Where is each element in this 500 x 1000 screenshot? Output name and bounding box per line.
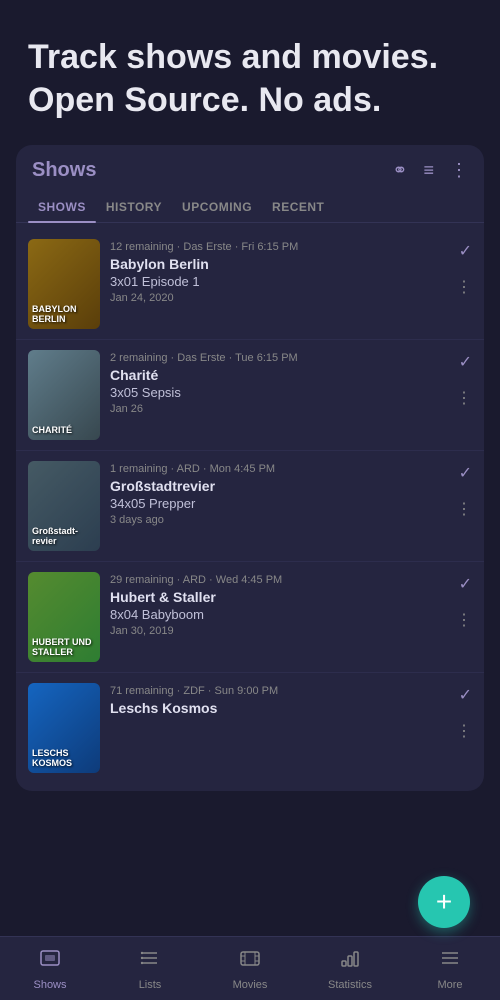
- show-poster: Großstadt-revier: [28, 461, 100, 551]
- check-icon[interactable]: ✓: [459, 463, 472, 483]
- show-meta: 29 remaining · ARD · Wed 4:45 PM: [110, 574, 448, 586]
- tab-recent[interactable]: RECENT: [262, 190, 334, 222]
- show-actions: ✓ ⋮: [456, 683, 472, 741]
- item-more-icon[interactable]: ⋮: [456, 721, 472, 741]
- overflow-menu-icon[interactable]: ⋮: [450, 160, 468, 181]
- show-actions: ✓ ⋮: [456, 572, 472, 630]
- tab-upcoming[interactable]: UPCOMING: [172, 190, 262, 222]
- show-episode: 8x04 Babyboom: [110, 607, 448, 622]
- hero-section: Track shows and movies. Open Source. No …: [0, 0, 500, 145]
- nav-item-shows[interactable]: Shows: [0, 947, 100, 991]
- check-icon[interactable]: ✓: [459, 574, 472, 594]
- nav-label-shows: Shows: [33, 979, 66, 991]
- show-meta: 71 remaining · ZDF · Sun 9:00 PM: [110, 685, 448, 697]
- show-item: CHARITÉ 2 remaining · Das Erste · Tue 6:…: [16, 339, 484, 450]
- show-info: 29 remaining · ARD · Wed 4:45 PM Hubert …: [100, 572, 456, 637]
- show-item: HUBERT UND STALLER 29 remaining · ARD · …: [16, 561, 484, 672]
- fab-button[interactable]: +: [418, 876, 470, 928]
- show-episode: 34x05 Prepper: [110, 496, 448, 511]
- show-poster: CHARITÉ: [28, 350, 100, 440]
- show-actions: ✓ ⋮: [456, 461, 472, 519]
- show-meta: 12 remaining · Das Erste · Fri 6:15 PM: [110, 241, 448, 253]
- show-poster: BABYLON BERLIN: [28, 239, 100, 329]
- nav-label-movies: Movies: [233, 979, 268, 991]
- poster-text: HUBERT UND STALLER: [32, 638, 96, 658]
- search-icon[interactable]: ⚭: [392, 160, 407, 181]
- show-item: LESCHS KOSMOS 71 remaining · ZDF · Sun 9…: [16, 672, 484, 783]
- bottom-nav: Shows Lists M: [0, 936, 500, 1000]
- poster-text: Großstadt-revier: [32, 527, 96, 547]
- check-icon[interactable]: ✓: [459, 241, 472, 261]
- show-name: Charité: [110, 367, 448, 383]
- nav-label-more: More: [437, 979, 462, 991]
- shows-nav-icon: [39, 947, 61, 975]
- show-name: Hubert & Staller: [110, 589, 448, 605]
- show-poster: HUBERT UND STALLER: [28, 572, 100, 662]
- show-info: 71 remaining · ZDF · Sun 9:00 PM Leschs …: [100, 683, 456, 718]
- show-name: Großstadtrevier: [110, 478, 448, 494]
- lists-nav-icon: [139, 947, 161, 975]
- show-episode: 3x01 Episode 1: [110, 274, 448, 289]
- nav-item-more[interactable]: More: [400, 947, 500, 991]
- nav-item-statistics[interactable]: Statistics: [300, 947, 400, 991]
- nav-item-movies[interactable]: Movies: [200, 947, 300, 991]
- item-more-icon[interactable]: ⋮: [456, 277, 472, 297]
- nav-item-lists[interactable]: Lists: [100, 947, 200, 991]
- header-icons: ⚭ ≡ ⋮: [392, 160, 468, 181]
- show-actions: ✓ ⋮: [456, 239, 472, 297]
- show-poster: LESCHS KOSMOS: [28, 683, 100, 773]
- card-title: Shows: [32, 159, 96, 182]
- show-actions: ✓ ⋮: [456, 350, 472, 408]
- show-name: Babylon Berlin: [110, 256, 448, 272]
- show-date: Jan 24, 2020: [110, 292, 448, 304]
- item-more-icon[interactable]: ⋮: [456, 610, 472, 630]
- nav-label-lists: Lists: [139, 979, 162, 991]
- tab-shows[interactable]: SHOWS: [28, 190, 96, 222]
- show-meta: 2 remaining · Das Erste · Tue 6:15 PM: [110, 352, 448, 364]
- show-item: Großstadt-revier 1 remaining · ARD · Mon…: [16, 450, 484, 561]
- poster-text: CHARITÉ: [32, 426, 96, 436]
- card-header: Shows ⚭ ≡ ⋮: [16, 145, 484, 190]
- show-date: Jan 30, 2019: [110, 625, 448, 637]
- filter-icon[interactable]: ≡: [423, 160, 434, 181]
- movies-nav-icon: [239, 947, 261, 975]
- check-icon[interactable]: ✓: [459, 352, 472, 372]
- show-name: Leschs Kosmos: [110, 700, 448, 716]
- show-info: 12 remaining · Das Erste · Fri 6:15 PM B…: [100, 239, 456, 304]
- statistics-nav-icon: [339, 947, 361, 975]
- item-more-icon[interactable]: ⋮: [456, 499, 472, 519]
- hero-title: Track shows and movies. Open Source. No …: [28, 36, 472, 121]
- app-card: Shows ⚭ ≡ ⋮ SHOWS HISTORY UPCOMING RECEN…: [16, 145, 484, 791]
- show-meta: 1 remaining · ARD · Mon 4:45 PM: [110, 463, 448, 475]
- show-episode: 3x05 Sepsis: [110, 385, 448, 400]
- more-nav-icon: [439, 947, 461, 975]
- item-more-icon[interactable]: ⋮: [456, 388, 472, 408]
- check-icon[interactable]: ✓: [459, 685, 472, 705]
- nav-label-statistics: Statistics: [328, 979, 372, 991]
- show-item: BABYLON BERLIN 12 remaining · Das Erste …: [16, 229, 484, 339]
- tab-history[interactable]: HISTORY: [96, 190, 172, 222]
- poster-text: BABYLON BERLIN: [32, 305, 96, 325]
- poster-text: LESCHS KOSMOS: [32, 749, 96, 769]
- tabs-bar: SHOWS HISTORY UPCOMING RECENT: [16, 190, 484, 223]
- show-date: Jan 26: [110, 403, 448, 415]
- show-date: 3 days ago: [110, 514, 448, 526]
- show-info: 2 remaining · Das Erste · Tue 6:15 PM Ch…: [100, 350, 456, 415]
- show-info: 1 remaining · ARD · Mon 4:45 PM Großstad…: [100, 461, 456, 526]
